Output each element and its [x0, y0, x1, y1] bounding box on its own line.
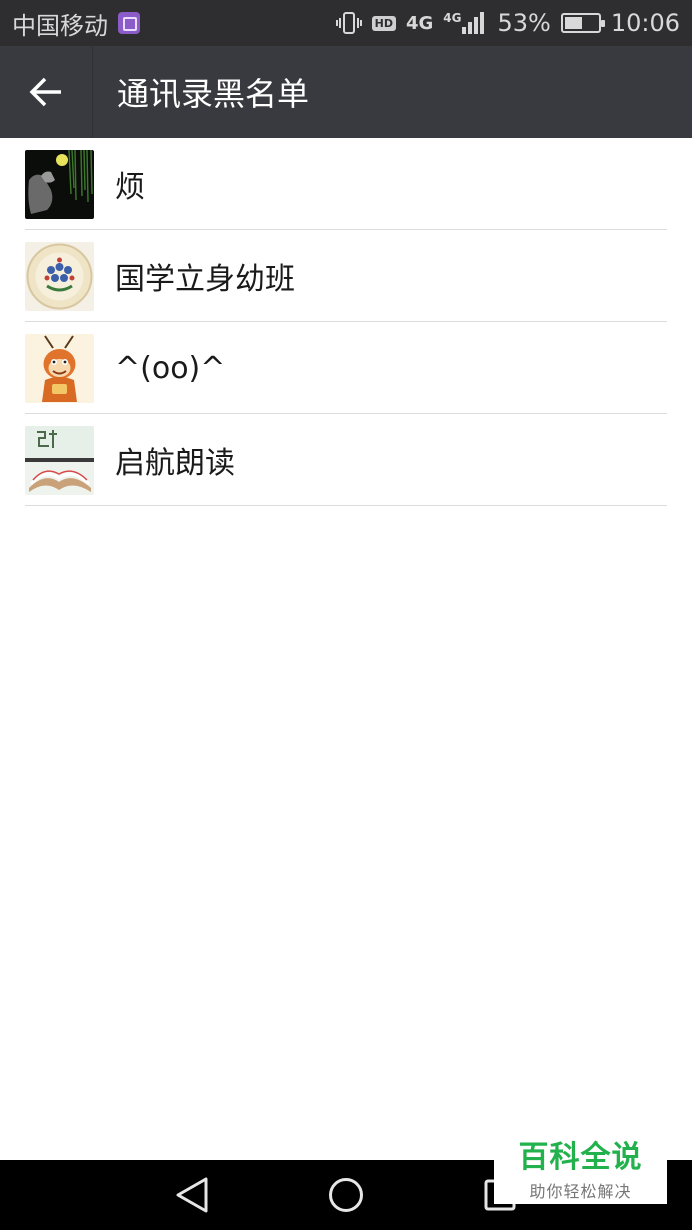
status-left: 中国移动	[12, 6, 140, 41]
nav-home-button[interactable]	[296, 1160, 396, 1230]
clock: 10:06	[610, 9, 680, 37]
list-item[interactable]: 启航朗读	[0, 414, 692, 506]
battery-icon	[560, 13, 605, 33]
nav-back-button[interactable]	[142, 1160, 242, 1230]
open-book-avatar	[25, 425, 94, 495]
gallery-notification-icon	[118, 12, 140, 34]
hd-badge: HD	[371, 15, 396, 31]
carrier-name: 中国移动	[12, 11, 108, 40]
contact-name: ^(oo)^	[115, 350, 226, 386]
watermark-title: 百科全说	[518, 1140, 643, 1175]
contact-name: 烦	[115, 170, 145, 205]
status-bar: 中国移动 HD 4G 4G 53% 10:06	[0, 0, 692, 46]
list-item[interactable]: ^(oo)^	[0, 322, 692, 414]
network-type-2: 4G	[443, 11, 462, 25]
status-right: HD 4G 4G 53% 10:06	[335, 9, 680, 37]
list-item[interactable]: 国学立身幼班	[0, 230, 692, 322]
circle-home-icon	[329, 1178, 363, 1212]
battery-fill	[564, 17, 582, 29]
arrow-left-icon	[29, 77, 61, 107]
back-button[interactable]	[0, 46, 93, 138]
watermark-subtitle: 助你轻松解决	[529, 1182, 632, 1201]
cartoon-monkey-avatar	[25, 333, 94, 403]
triangle-back-icon	[176, 1177, 208, 1213]
watermark: 百科全说 助你轻松解决	[494, 1130, 667, 1204]
contact-name: 启航朗读	[115, 446, 235, 481]
signal-icon: 4G	[443, 11, 487, 35]
network-type-1: 4G	[405, 12, 434, 34]
vibrate-icon	[335, 11, 362, 35]
page-title: 通讯录黑名单	[117, 75, 310, 113]
app-bar: 通讯录黑名单	[0, 46, 692, 138]
night-willow-avatar	[25, 149, 94, 219]
blacklist-list: 烦 国学立身幼班 ^(oo)^ 启航朗读	[0, 138, 692, 506]
flower-emblem-avatar	[25, 241, 94, 311]
contact-name: 国学立身幼班	[115, 262, 295, 297]
battery-percent: 53%	[497, 9, 551, 37]
list-item[interactable]: 烦	[0, 138, 692, 230]
